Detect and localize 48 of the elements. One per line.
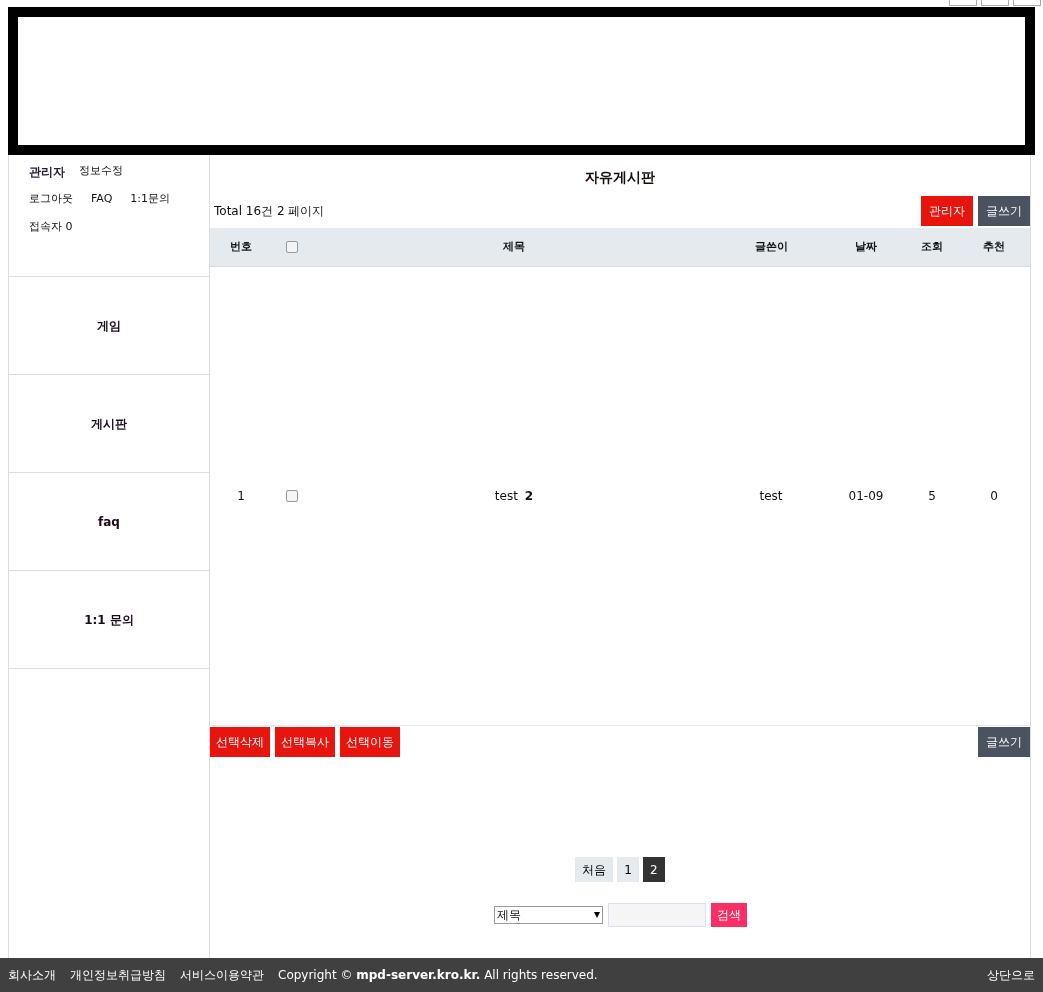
post-subject-link[interactable]: test	[494, 487, 518, 505]
table-cell-text: 0	[990, 488, 998, 505]
table-cell-text: test	[759, 488, 783, 505]
column-header: 글쓴이	[754, 238, 788, 255]
top-button[interactable]	[949, 0, 977, 6]
visitor-count: 접속자 0	[29, 219, 74, 235]
inquiry-link[interactable]: 1:1문의	[130, 191, 170, 219]
edit-profile-link[interactable]: 정보수정	[79, 163, 123, 191]
write-button[interactable]: 글쓰기	[978, 196, 1030, 226]
page-link[interactable]: 처음	[575, 857, 614, 882]
top-button[interactable]	[1013, 0, 1041, 6]
table-cell-text: 01-09	[848, 488, 884, 505]
checkbox[interactable]	[286, 241, 298, 253]
action-button[interactable]: 선택이동	[340, 727, 400, 757]
action-button[interactable]: 선택복사	[275, 727, 335, 757]
column-header: 조회	[921, 238, 943, 255]
write-button[interactable]: 글쓰기	[978, 727, 1030, 757]
search-input[interactable]	[607, 903, 706, 927]
column-header: 번호	[230, 238, 252, 255]
user-name: 관리자	[29, 164, 65, 181]
back-to-top-link[interactable]: 상단으로	[987, 966, 1035, 984]
page-link[interactable]: 2	[643, 857, 665, 882]
faq-link[interactable]: FAQ	[91, 191, 113, 219]
menu-item[interactable]: 게임	[9, 277, 209, 375]
column-header: 추천	[983, 238, 1005, 255]
copyright-text: Copyright © mpd-server.kro.kr. All rights reserved.	[278, 967, 598, 984]
post-total: Total 16건 2 페이지	[213, 203, 325, 220]
table-cell-text: 5	[928, 488, 936, 505]
menu-item[interactable]: faq	[9, 473, 209, 571]
table-cell-text: 1	[237, 488, 245, 505]
footer-link[interactable]: 서비스이용약관	[180, 966, 264, 984]
column-header: 날짜	[855, 238, 877, 255]
footer-link[interactable]: 회사소개	[8, 966, 56, 984]
menu-item[interactable]: 게시판	[9, 375, 209, 473]
checkbox[interactable]	[286, 490, 298, 502]
board-title: 자유게시판	[584, 168, 656, 187]
action-button[interactable]: 선택삭제	[210, 727, 270, 757]
dropdown-arrow-icon	[593, 912, 600, 918]
column-header: 제목	[503, 238, 525, 255]
search-button[interactable]: 검색	[710, 903, 747, 927]
comment-count: 2	[524, 488, 534, 505]
footer-link[interactable]: 개인정보취급방침	[70, 966, 166, 984]
admin-button[interactable]: 관리자	[921, 196, 973, 226]
page-link[interactable]: 1	[617, 857, 639, 882]
menu-item[interactable]: 1:1 문의	[9, 571, 209, 669]
search-field-select[interactable]: 제목	[493, 906, 603, 924]
logout-link[interactable]: 로그아웃	[29, 191, 73, 219]
top-button[interactable]	[981, 0, 1009, 6]
